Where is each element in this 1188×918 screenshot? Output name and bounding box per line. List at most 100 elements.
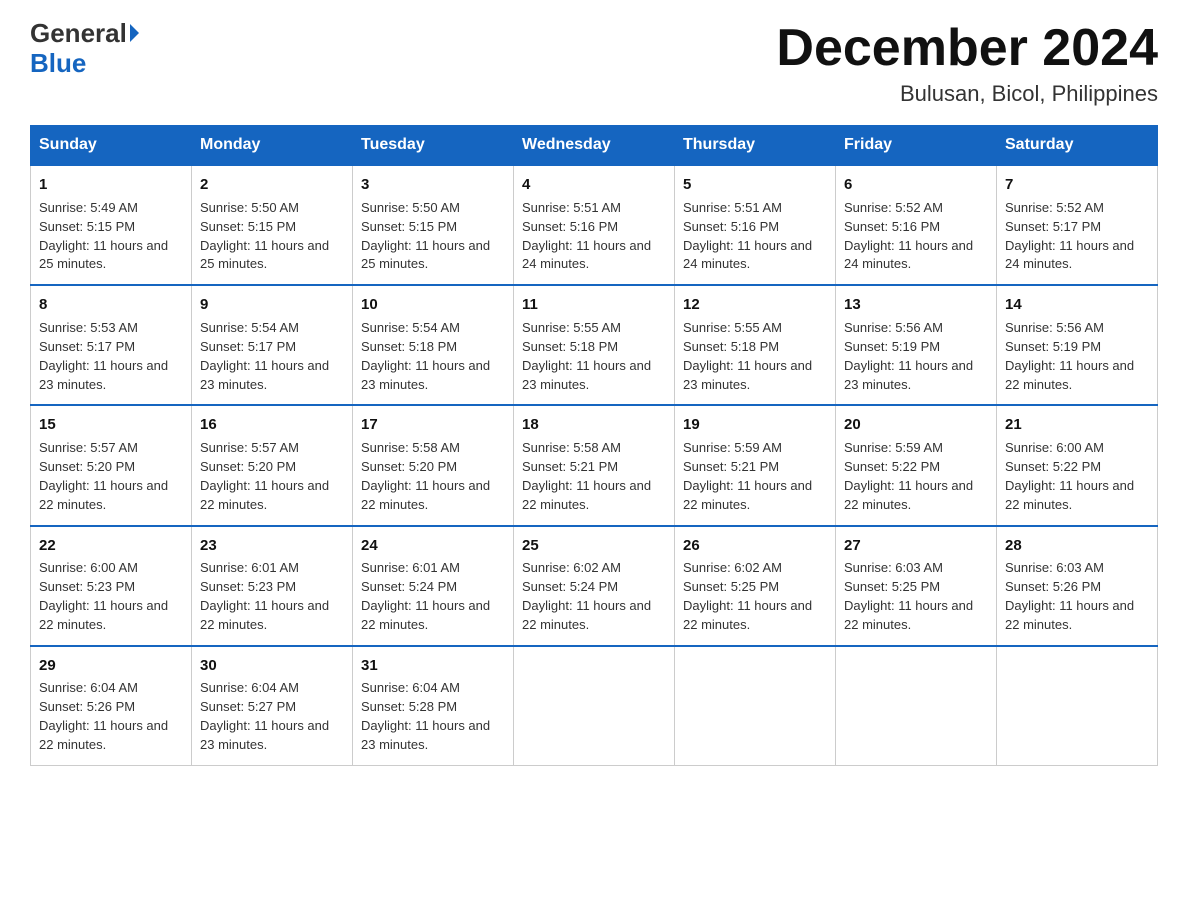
day-info: Sunrise: 6:02 AMSunset: 5:25 PMDaylight:… bbox=[683, 560, 812, 632]
day-info: Sunrise: 6:04 AMSunset: 5:27 PMDaylight:… bbox=[200, 680, 329, 752]
day-cell: 12Sunrise: 5:55 AMSunset: 5:18 PMDayligh… bbox=[675, 285, 836, 405]
day-cell: 24 Sunrise: 6:01 AMSunset: 5:24 PMDayligh… bbox=[353, 526, 514, 646]
day-info: Sunrise: 5:51 AMSunset: 5:16 PMDaylight:… bbox=[522, 200, 651, 272]
header-cell-thursday: Thursday bbox=[675, 126, 836, 166]
day-number: 19 bbox=[683, 414, 827, 436]
day-number: 30 bbox=[200, 655, 344, 677]
day-cell: 21Sunrise: 6:00 AMSunset: 5:22 PMDayligh… bbox=[997, 405, 1158, 525]
day-info: Sunrise: 5:59 AMSunset: 5:22 PMDaylight:… bbox=[844, 440, 973, 512]
header-cell-tuesday: Tuesday bbox=[353, 126, 514, 166]
day-number: 28 bbox=[1005, 535, 1149, 557]
calendar-body: 1 Sunrise: 5:49 AMSunset: 5:15 PMDaylight… bbox=[31, 165, 1158, 765]
day-number: 10 bbox=[361, 294, 505, 316]
day-number: 18 bbox=[522, 414, 666, 436]
day-cell: 7Sunrise: 5:52 AMSunset: 5:17 PMDaylight… bbox=[997, 165, 1158, 285]
day-number: 22 bbox=[39, 535, 183, 557]
header-row: SundayMondayTuesdayWednesdayThursdayFrid… bbox=[31, 126, 1158, 166]
location-title: Bulusan, Bicol, Philippines bbox=[776, 81, 1158, 107]
day-info: Sunrise: 5:54 AMSunset: 5:18 PMDaylight:… bbox=[361, 320, 490, 392]
day-cell bbox=[836, 646, 997, 766]
day-number: 2 bbox=[200, 174, 344, 196]
day-cell: 14 Sunrise: 5:56 AMSunset: 5:19 PMDayligh… bbox=[997, 285, 1158, 405]
week-row-4: 22 Sunrise: 6:00 AMSunset: 5:23 PMDayligh… bbox=[31, 526, 1158, 646]
day-cell bbox=[514, 646, 675, 766]
day-info: Sunrise: 5:56 AMSunset: 5:19 PMDaylight:… bbox=[844, 320, 973, 392]
day-cell: 19Sunrise: 5:59 AMSunset: 5:21 PMDayligh… bbox=[675, 405, 836, 525]
day-cell: 30 Sunrise: 6:04 AMSunset: 5:27 PMDayligh… bbox=[192, 646, 353, 766]
day-cell: 4Sunrise: 5:51 AMSunset: 5:16 PMDaylight… bbox=[514, 165, 675, 285]
day-number: 3 bbox=[361, 174, 505, 196]
day-info: Sunrise: 6:02 AMSunset: 5:24 PMDaylight:… bbox=[522, 560, 651, 632]
week-row-5: 29 Sunrise: 6:04 AMSunset: 5:26 PMDayligh… bbox=[31, 646, 1158, 766]
day-info: Sunrise: 5:52 AMSunset: 5:17 PMDaylight:… bbox=[1005, 200, 1134, 272]
day-number: 26 bbox=[683, 535, 827, 557]
calendar-table: SundayMondayTuesdayWednesdayThursdayFrid… bbox=[30, 125, 1158, 766]
day-info: Sunrise: 5:50 AMSunset: 5:15 PMDaylight:… bbox=[200, 200, 329, 272]
day-cell bbox=[997, 646, 1158, 766]
day-cell: 23 Sunrise: 6:01 AMSunset: 5:23 PMDayligh… bbox=[192, 526, 353, 646]
day-number: 6 bbox=[844, 174, 988, 196]
header-cell-wednesday: Wednesday bbox=[514, 126, 675, 166]
week-row-3: 15 Sunrise: 5:57 AMSunset: 5:20 PMDayligh… bbox=[31, 405, 1158, 525]
day-number: 8 bbox=[39, 294, 183, 316]
day-cell: 9Sunrise: 5:54 AMSunset: 5:17 PMDaylight… bbox=[192, 285, 353, 405]
day-number: 15 bbox=[39, 414, 183, 436]
day-info: Sunrise: 5:54 AMSunset: 5:17 PMDaylight:… bbox=[200, 320, 329, 392]
day-cell: 20Sunrise: 5:59 AMSunset: 5:22 PMDayligh… bbox=[836, 405, 997, 525]
day-cell: 6Sunrise: 5:52 AMSunset: 5:16 PMDaylight… bbox=[836, 165, 997, 285]
day-number: 1 bbox=[39, 174, 183, 196]
day-info: Sunrise: 5:51 AMSunset: 5:16 PMDaylight:… bbox=[683, 200, 812, 272]
day-cell: 1 Sunrise: 5:49 AMSunset: 5:15 PMDaylight… bbox=[31, 165, 192, 285]
day-number: 25 bbox=[522, 535, 666, 557]
day-info: Sunrise: 6:01 AMSunset: 5:23 PMDaylight:… bbox=[200, 560, 329, 632]
day-info: Sunrise: 5:55 AMSunset: 5:18 PMDaylight:… bbox=[683, 320, 812, 392]
day-info: Sunrise: 6:01 AMSunset: 5:24 PMDaylight:… bbox=[361, 560, 490, 632]
day-info: Sunrise: 5:49 AMSunset: 5:15 PMDaylight:… bbox=[39, 200, 168, 272]
day-cell: 25 Sunrise: 6:02 AMSunset: 5:24 PMDayligh… bbox=[514, 526, 675, 646]
day-info: Sunrise: 5:50 AMSunset: 5:15 PMDaylight:… bbox=[361, 200, 490, 272]
day-info: Sunrise: 5:53 AMSunset: 5:17 PMDaylight:… bbox=[39, 320, 168, 392]
day-cell: 26 Sunrise: 6:02 AMSunset: 5:25 PMDayligh… bbox=[675, 526, 836, 646]
week-row-1: 1 Sunrise: 5:49 AMSunset: 5:15 PMDaylight… bbox=[31, 165, 1158, 285]
day-cell: 11 Sunrise: 5:55 AMSunset: 5:18 PMDayligh… bbox=[514, 285, 675, 405]
day-info: Sunrise: 6:04 AMSunset: 5:26 PMDaylight:… bbox=[39, 680, 168, 752]
day-number: 16 bbox=[200, 414, 344, 436]
page-header: General Blue December 2024 Bulusan, Bico… bbox=[30, 20, 1158, 107]
day-info: Sunrise: 5:56 AMSunset: 5:19 PMDaylight:… bbox=[1005, 320, 1134, 392]
day-number: 17 bbox=[361, 414, 505, 436]
day-number: 23 bbox=[200, 535, 344, 557]
header-cell-friday: Friday bbox=[836, 126, 997, 166]
day-info: Sunrise: 5:57 AMSunset: 5:20 PMDaylight:… bbox=[200, 440, 329, 512]
day-info: Sunrise: 6:04 AMSunset: 5:28 PMDaylight:… bbox=[361, 680, 490, 752]
day-number: 11 bbox=[522, 294, 666, 316]
day-number: 24 bbox=[361, 535, 505, 557]
day-cell: 31 Sunrise: 6:04 AMSunset: 5:28 PMDayligh… bbox=[353, 646, 514, 766]
header-cell-sunday: Sunday bbox=[31, 126, 192, 166]
day-number: 29 bbox=[39, 655, 183, 677]
month-title: December 2024 bbox=[776, 20, 1158, 77]
day-info: Sunrise: 6:03 AMSunset: 5:25 PMDaylight:… bbox=[844, 560, 973, 632]
header-cell-monday: Monday bbox=[192, 126, 353, 166]
day-cell: 16 Sunrise: 5:57 AMSunset: 5:20 PMDayligh… bbox=[192, 405, 353, 525]
day-number: 13 bbox=[844, 294, 988, 316]
day-number: 5 bbox=[683, 174, 827, 196]
day-number: 21 bbox=[1005, 414, 1149, 436]
day-cell: 18 Sunrise: 5:58 AMSunset: 5:21 PMDayligh… bbox=[514, 405, 675, 525]
header-cell-saturday: Saturday bbox=[997, 126, 1158, 166]
day-cell: 8 Sunrise: 5:53 AMSunset: 5:17 PMDaylight… bbox=[31, 285, 192, 405]
logo: General Blue bbox=[30, 20, 139, 79]
day-cell: 13 Sunrise: 5:56 AMSunset: 5:19 PMDayligh… bbox=[836, 285, 997, 405]
day-cell: 5 Sunrise: 5:51 AMSunset: 5:16 PMDaylight… bbox=[675, 165, 836, 285]
week-row-2: 8 Sunrise: 5:53 AMSunset: 5:17 PMDaylight… bbox=[31, 285, 1158, 405]
title-area: December 2024 Bulusan, Bicol, Philippine… bbox=[776, 20, 1158, 107]
day-info: Sunrise: 6:00 AMSunset: 5:23 PMDaylight:… bbox=[39, 560, 168, 632]
day-number: 31 bbox=[361, 655, 505, 677]
day-cell: 15Sunrise: 5:57 AMSunset: 5:20 PMDayligh… bbox=[31, 405, 192, 525]
day-cell: 28Sunrise: 6:03 AMSunset: 5:26 PMDayligh… bbox=[997, 526, 1158, 646]
day-info: Sunrise: 5:58 AMSunset: 5:21 PMDaylight:… bbox=[522, 440, 651, 512]
calendar-header: SundayMondayTuesdayWednesdayThursdayFrid… bbox=[31, 126, 1158, 166]
day-cell: 2 Sunrise: 5:50 AMSunset: 5:15 PMDaylight… bbox=[192, 165, 353, 285]
day-number: 14 bbox=[1005, 294, 1149, 316]
day-cell bbox=[675, 646, 836, 766]
day-info: Sunrise: 5:55 AMSunset: 5:18 PMDaylight:… bbox=[522, 320, 651, 392]
